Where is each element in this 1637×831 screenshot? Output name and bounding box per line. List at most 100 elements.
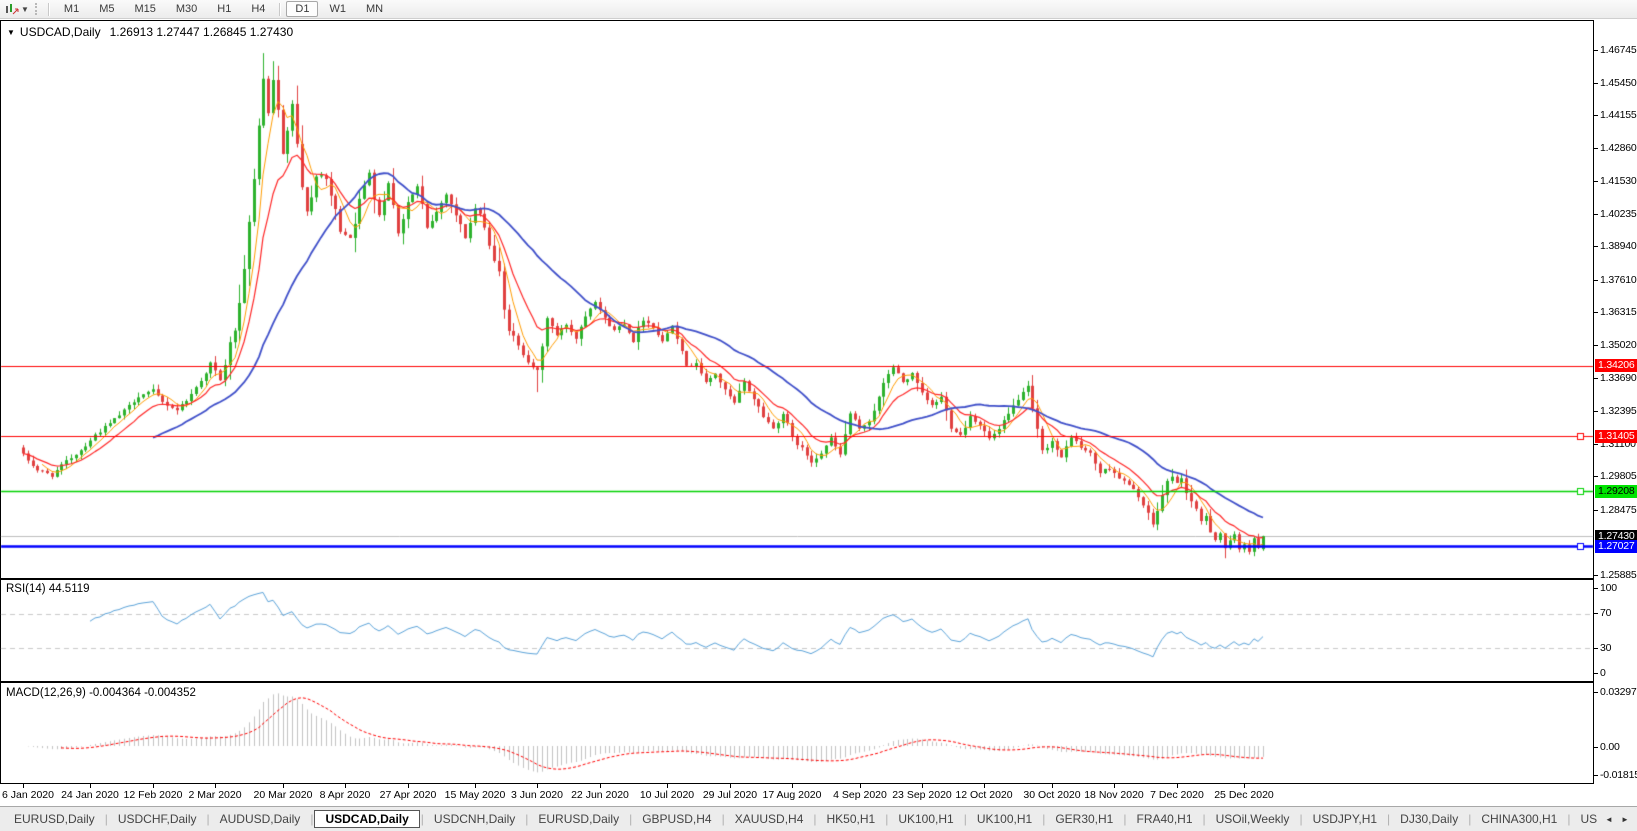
chart-canvas[interactable] (0, 0, 1637, 831)
tab-eurusd-daily[interactable]: EURUSD,Daily (529, 810, 628, 828)
chart-tool-icon[interactable] (2, 2, 20, 16)
macd-indicator-label: MACD(12,26,9) -0.004364 -0.004352 (6, 687, 196, 699)
price-axis-tick-label: 1.37610 (1600, 274, 1637, 286)
timeframe-button-mn[interactable]: MN (357, 1, 392, 17)
price-axis-tick (1594, 83, 1598, 84)
price-axis-tick-label: 1.42860 (1600, 142, 1637, 154)
price-axis-tick (1594, 50, 1598, 51)
tab-separator: | (629, 812, 632, 826)
price-axis-tick-label: 1.29805 (1600, 470, 1637, 482)
price-axis-tick (1594, 378, 1598, 379)
date-axis-tick (537, 784, 538, 788)
macd-axis-tick (1594, 747, 1598, 748)
date-axis-tick (1244, 784, 1245, 788)
price-axis-tick-label: 1.46745 (1600, 44, 1637, 56)
date-axis-tick (90, 784, 91, 788)
price-axis-tick (1594, 312, 1598, 313)
price-axis-tick-label: 1.40235 (1600, 208, 1637, 220)
timeframe-button-m5[interactable]: M5 (90, 1, 123, 17)
price-level-badge: 1.29208 (1595, 485, 1637, 498)
tab-separator: | (1299, 812, 1302, 826)
date-axis-tick (345, 784, 346, 788)
date-axis-tick (730, 784, 731, 788)
timeframe-toolbar: ▼ M1M5M15M30H1H4 D1W1MN (0, 0, 1637, 19)
price-axis-tick (1594, 115, 1598, 116)
tab-china300-h1[interactable]: CHINA300,H1 (1472, 810, 1566, 828)
tab-audusd-daily[interactable]: AUDUSD,Daily (211, 810, 310, 828)
tab-ger30-h1[interactable]: GER30,H1 (1046, 810, 1122, 828)
chart-tab-bar: EURUSD,Daily|USDCHF,Daily|AUDUSD,Daily|U… (0, 806, 1637, 831)
date-axis-tick (860, 784, 861, 788)
tab-usdjpy-h1[interactable]: USDJPY,H1 (1304, 810, 1386, 828)
price-axis-tick-label: 1.36315 (1600, 306, 1637, 318)
tab-separator: | (105, 812, 108, 826)
date-axis-tick (792, 784, 793, 788)
timeframe-button-m15[interactable]: M15 (125, 1, 164, 17)
tab-separator: | (1387, 812, 1390, 826)
timeframe-button-m1[interactable]: M1 (55, 1, 88, 17)
date-axis-tick (475, 784, 476, 788)
timeframe-button-w1[interactable]: W1 (320, 1, 355, 17)
timeframe-button-d1[interactable]: D1 (286, 1, 318, 17)
price-axis-tick-label: 1.35020 (1600, 339, 1637, 351)
date-axis-tick (1114, 784, 1115, 788)
price-axis-tick (1594, 246, 1598, 247)
tab-separator: | (310, 812, 313, 826)
price-axis-tick (1594, 148, 1598, 149)
timeframe-buttons-group: M1M5M15M30H1H4 D1W1MN (54, 1, 393, 17)
caret-down-icon[interactable]: ▼ (21, 5, 29, 14)
tab-separator: | (964, 812, 967, 826)
tab-hk50-h1[interactable]: HK50,H1 (818, 810, 885, 828)
price-axis-tick (1594, 280, 1598, 281)
price-axis-tick (1594, 345, 1598, 346)
price-level-badge: 1.31405 (1595, 430, 1637, 443)
tab-scroll-buttons: ◄ ► (1597, 806, 1637, 831)
macd-axis-label: -0.018154 (1600, 769, 1637, 781)
date-axis-label: 25 Dec 2020 (1202, 789, 1286, 801)
tab-usdcnh-daily[interactable]: USDCNH,Daily (425, 810, 524, 828)
tab-uk100-h1[interactable]: UK100,H1 (968, 810, 1041, 828)
price-level-badge: 1.27027 (1595, 540, 1637, 553)
tab-fra40-h1[interactable]: FRA40,H1 (1127, 810, 1201, 828)
rsi-axis-label: 70 (1600, 607, 1611, 619)
macd-axis-tick (1594, 692, 1598, 693)
tab-usoil-weekly[interactable]: USOil,Weekly (1207, 810, 1299, 828)
rsi-axis-label: 100 (1600, 582, 1617, 594)
price-axis-tick-label: 1.44155 (1600, 109, 1637, 121)
tab-gbpusd-h4[interactable]: GBPUSD,H4 (633, 810, 720, 828)
tab-separator: | (885, 812, 888, 826)
price-axis-tick-label: 1.45450 (1600, 77, 1637, 89)
tab-dj30-daily[interactable]: DJ30,Daily (1391, 810, 1467, 828)
tab-separator: | (525, 812, 528, 826)
timeframe-button-m30[interactable]: M30 (167, 1, 206, 17)
tab-separator: | (1203, 812, 1206, 826)
tab-scroll-left-button[interactable]: ◄ (1605, 815, 1613, 824)
timeframe-button-h1[interactable]: H1 (208, 1, 240, 17)
rsi-indicator-label: RSI(14) 44.5119 (6, 583, 90, 595)
macd-axis-label: 0.00 (1600, 741, 1620, 753)
rsi-axis-tick (1594, 588, 1598, 589)
tab-usdcad-daily[interactable]: USDCAD,Daily (314, 810, 419, 828)
rsi-axis-tick (1594, 613, 1598, 614)
trading-platform-window: ▼ M1M5M15M30H1H4D1W1MN ▼USDCAD,Daily1.26… (0, 0, 1637, 831)
price-axis-tick (1594, 411, 1598, 412)
price-level-badge: 1.34206 (1595, 359, 1637, 372)
collapse-triangle-icon[interactable]: ▼ (7, 28, 15, 37)
tab-separator: | (207, 812, 210, 826)
macd-axis-label: 0.032972 (1600, 686, 1637, 698)
price-axis-tick-label: 1.33690 (1600, 372, 1637, 384)
tab-usdchf-daily[interactable]: USDCHF,Daily (109, 810, 206, 828)
chart-symbol-label: USDCAD,Daily (20, 25, 101, 39)
date-axis-tick (215, 784, 216, 788)
date-axis-tick (1177, 784, 1178, 788)
tab-xauusd-h4[interactable]: XAUUSD,H4 (726, 810, 813, 828)
price-axis-tick-label: 1.25885 (1600, 569, 1637, 581)
chart-title: ▼USDCAD,Daily1.26913 1.27447 1.26845 1.2… (7, 25, 293, 39)
tab-eurusd-daily[interactable]: EURUSD,Daily (5, 810, 104, 828)
tab-scroll-right-button[interactable]: ► (1621, 815, 1629, 824)
date-axis-tick (667, 784, 668, 788)
price-axis-tick-label: 1.32395 (1600, 405, 1637, 417)
tab-uk100-h1[interactable]: UK100,H1 (889, 810, 962, 828)
tab-separator: | (1567, 812, 1570, 826)
timeframe-button-h4[interactable]: H4 (242, 1, 274, 17)
